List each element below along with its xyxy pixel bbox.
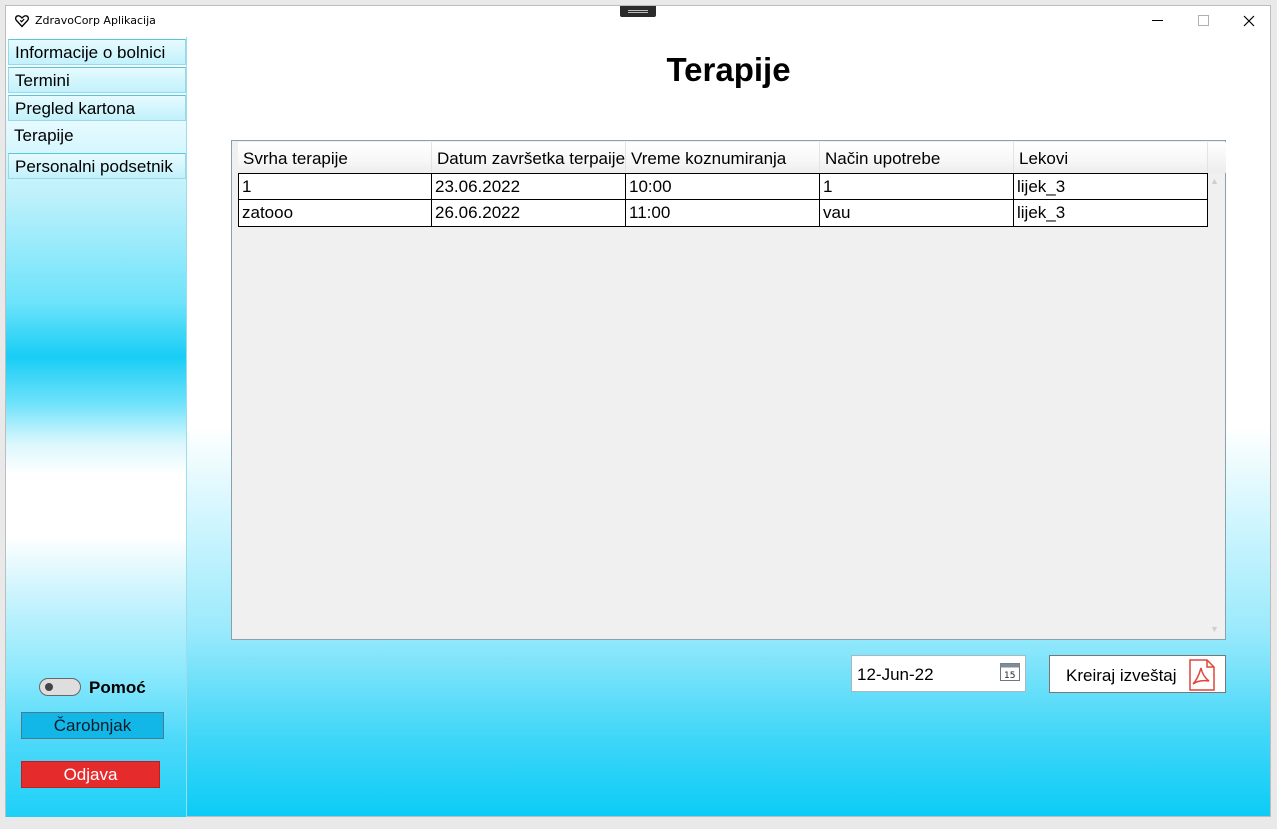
sidebar-item-label: Informacije o bolnici bbox=[15, 43, 166, 62]
table-body: 1 23.06.2022 10:00 1 lijek_3 zatooo 26.0… bbox=[238, 173, 1208, 227]
column-header[interactable]: Lekovi bbox=[1014, 142, 1208, 173]
header-filler bbox=[1208, 142, 1226, 173]
column-header[interactable]: Svrha terapije bbox=[238, 142, 432, 173]
heart-shield-icon bbox=[15, 15, 29, 28]
title-bar[interactable]: ZdravoCorp Aplikacija bbox=[6, 6, 1270, 38]
table-row[interactable]: zatooo 26.06.2022 11:00 vau lijek_3 bbox=[238, 200, 1208, 227]
sidebar-item-label: Personalni podsetnik bbox=[15, 157, 173, 176]
calendar-day-text: 15 bbox=[1004, 671, 1015, 681]
table-cell[interactable]: 10:00 bbox=[626, 173, 820, 200]
sidebar-item-label: Terapije bbox=[14, 126, 74, 145]
table-cell[interactable]: 1 bbox=[238, 173, 432, 200]
column-header[interactable]: Vreme koznumiranja bbox=[626, 142, 820, 173]
table-cell[interactable]: zatooo bbox=[238, 200, 432, 227]
minimize-button[interactable] bbox=[1134, 6, 1180, 36]
sidebar: Informacije o bolnici Termini Pregled ka… bbox=[6, 37, 187, 817]
create-report-label: Kreiraj izveštaj bbox=[1066, 666, 1177, 685]
table-header: Svrha terapije Datum završetka terpaije … bbox=[238, 142, 1226, 173]
therapies-table[interactable]: Svrha terapije Datum završetka terpaije … bbox=[231, 140, 1226, 640]
sidebar-item-terapije[interactable]: Terapije bbox=[8, 122, 186, 148]
drag-handle-icon[interactable] bbox=[620, 6, 656, 17]
main-content: Terapije Svrha terapije Datum završetka … bbox=[187, 37, 1270, 816]
table-cell[interactable]: 1 bbox=[820, 173, 1014, 200]
page-title: Terapije bbox=[666, 51, 791, 88]
column-header[interactable]: Datum završetka terpaije bbox=[432, 142, 626, 173]
sidebar-item-termini[interactable]: Termini bbox=[8, 67, 186, 93]
table-cell[interactable]: 11:00 bbox=[626, 200, 820, 227]
sidebar-item-pregled-kartona[interactable]: Pregled kartona bbox=[8, 95, 186, 121]
create-report-button[interactable]: Kreiraj izveštaj bbox=[1049, 655, 1226, 693]
table-cell[interactable]: lijek_3 bbox=[1014, 173, 1208, 200]
toggle-knob bbox=[45, 683, 53, 691]
help-toggle-row: Pomoć bbox=[39, 678, 169, 700]
table-cell[interactable]: 23.06.2022 bbox=[432, 173, 626, 200]
maximize-button[interactable] bbox=[1180, 6, 1226, 36]
date-picker[interactable]: 12-Jun-22 15 bbox=[851, 655, 1026, 692]
logout-button[interactable]: Odjava bbox=[21, 761, 160, 788]
table-cell[interactable]: lijek_3 bbox=[1014, 200, 1208, 227]
help-toggle-label: Pomoć bbox=[89, 678, 146, 697]
sidebar-item-informacije[interactable]: Informacije o bolnici bbox=[8, 39, 186, 65]
column-header[interactable]: Način upotrebe bbox=[820, 142, 1014, 173]
sidebar-item-label: Termini bbox=[15, 71, 70, 90]
help-toggle[interactable] bbox=[39, 678, 81, 696]
scroll-down-icon[interactable]: ▼ bbox=[1210, 625, 1220, 634]
pdf-icon bbox=[1189, 659, 1215, 691]
sidebar-item-label: Pregled kartona bbox=[15, 99, 136, 118]
calendar-icon[interactable]: 15 bbox=[1000, 662, 1020, 681]
table-cell[interactable]: 26.06.2022 bbox=[432, 200, 626, 227]
window-title: ZdravoCorp Aplikacija bbox=[35, 14, 156, 27]
app-window: ZdravoCorp Aplikacija Informacije o boln… bbox=[5, 5, 1271, 817]
close-button[interactable] bbox=[1226, 6, 1272, 36]
scroll-up-icon[interactable]: ▲ bbox=[1210, 177, 1220, 186]
sidebar-item-personalni-podsetnik[interactable]: Personalni podsetnik bbox=[8, 153, 186, 179]
table-row[interactable]: 1 23.06.2022 10:00 1 lijek_3 bbox=[238, 173, 1208, 200]
date-picker-value: 12-Jun-22 bbox=[857, 665, 934, 684]
table-cell[interactable]: vau bbox=[820, 200, 1014, 227]
wizard-button[interactable]: Čarobnjak bbox=[21, 712, 164, 739]
close-icon bbox=[1243, 15, 1255, 27]
